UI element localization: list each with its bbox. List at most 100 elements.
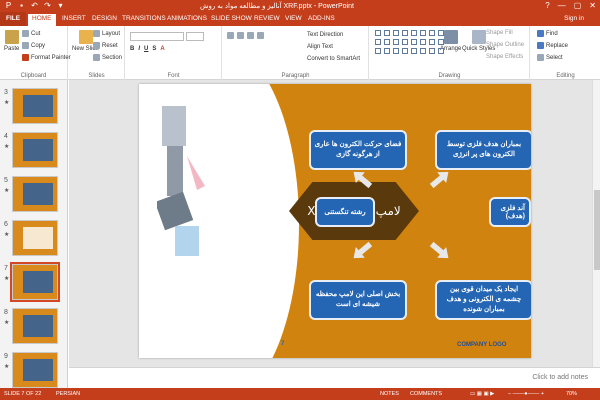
arrange-icon	[443, 30, 458, 44]
side-box-left[interactable]: رشته تنگستنی	[315, 197, 375, 227]
minimize-button[interactable]: —	[558, 1, 566, 10]
reset-button[interactable]: Reset	[93, 42, 118, 49]
paste-icon	[4, 30, 19, 44]
zoom-level[interactable]: 70%	[566, 391, 577, 397]
ribbon: Paste Cut Copy Format Painter Clipboard …	[0, 26, 600, 80]
find-button[interactable]: Find	[537, 30, 558, 37]
vertical-scrollbar[interactable]	[592, 80, 600, 388]
company-logo: COMPANY LOGO	[457, 342, 507, 348]
notes-placeholder: Click to add notes	[532, 374, 588, 381]
copy-button[interactable]: Copy	[22, 42, 45, 49]
close-button[interactable]: ✕	[589, 1, 596, 10]
slide-thumbnail[interactable]: 4 ★	[4, 132, 58, 168]
slide-thumbnail[interactable]: 5 ★	[4, 176, 58, 212]
zoom-slider[interactable]: – ───●─── +	[508, 391, 544, 397]
restore-button[interactable]: ▢	[574, 1, 582, 10]
font-name-box[interactable]	[130, 32, 184, 41]
animation-star-icon: ★	[4, 320, 10, 326]
convert-smartart-button[interactable]: Convert to SmartArt	[307, 56, 360, 62]
cut-button[interactable]: Cut	[22, 30, 40, 37]
help-button[interactable]: ?	[545, 1, 549, 10]
layout-button[interactable]: Layout	[93, 30, 120, 37]
box-top-right[interactable]: بمباران هدف فلزی توسط الکترون های پر انر…	[435, 130, 531, 170]
quick-styles-icon	[471, 30, 486, 44]
replace-icon	[537, 42, 544, 49]
slide-thumbnail[interactable]: 3 ★	[4, 88, 58, 124]
side-box-right[interactable]: آند فلزی (هدف)	[489, 197, 531, 227]
drawing-label: Drawing	[438, 73, 461, 79]
tab-add-ins[interactable]: ADD-INS	[304, 14, 339, 23]
tab-animations[interactable]: ANIMATIONS	[163, 14, 211, 23]
animation-star-icon: ★	[4, 364, 10, 370]
paragraph-label: Paragraph	[281, 73, 310, 79]
format-painter-button[interactable]: Format Painter	[22, 54, 71, 61]
editing-group: Find Replace Select Editing	[531, 26, 600, 80]
strikethrough-icon[interactable]: S	[152, 46, 156, 52]
list-buttons	[227, 32, 264, 39]
shape-outline-button[interactable]: Shape Outline	[486, 42, 524, 48]
undo-icon[interactable]: ↶	[30, 1, 39, 10]
align-text-button[interactable]: Align Text	[307, 44, 333, 50]
shapes-gallery[interactable]	[375, 30, 444, 64]
font-format-buttons: B I U S A	[130, 46, 165, 52]
app-icon[interactable]: P	[4, 1, 13, 10]
animation-star-icon: ★	[4, 232, 10, 238]
slide-thumbnail[interactable]: 9 ★	[4, 352, 58, 388]
animation-star-icon: ★	[4, 276, 10, 282]
box-bottom-right[interactable]: ایجاد یک میدان قوی بین چشمه ی الکترونی و…	[435, 280, 531, 320]
layout-icon	[93, 30, 100, 37]
font-label: Font	[167, 73, 180, 79]
slide-thumbnail-selected[interactable]: 7 ★	[4, 262, 60, 302]
paragraph-group: Text Direction Align Text Convert to Sma…	[223, 26, 369, 80]
notes-toggle[interactable]: NOTES	[380, 391, 399, 397]
customize-icon[interactable]: ▾	[56, 1, 65, 10]
increase-indent-icon[interactable]	[257, 32, 264, 39]
slide-editor[interactable]: فضای حرکت الکترون ها عاری از هرگونه گازی…	[69, 80, 592, 367]
slide-thumbnails-panel: 3 ★ 4 ★ 5 ★ 6 ★ 7 ★ 8 ★ 9 ★	[0, 80, 68, 388]
tab-insert[interactable]: INSERT	[58, 14, 90, 23]
text-direction-button[interactable]: Text Direction	[307, 32, 343, 38]
section-button[interactable]: Section	[93, 54, 122, 61]
bold-icon[interactable]: B	[130, 46, 134, 52]
scissors-icon	[22, 30, 29, 37]
paste-button[interactable]: Paste	[4, 30, 19, 52]
clipboard-group: Paste Cut Copy Format Painter Clipboard	[0, 26, 71, 80]
tab-view[interactable]: VIEW	[281, 14, 306, 23]
editing-label: Editing	[556, 73, 575, 79]
font-color-icon[interactable]: A	[160, 46, 164, 52]
notes-pane[interactable]: Click to add notes	[69, 367, 600, 388]
select-button[interactable]: Select	[537, 54, 563, 61]
language-indicator[interactable]: PERSIAN	[56, 391, 80, 397]
current-slide[interactable]: فضای حرکت الکترون ها عاری از هرگونه گازی…	[139, 84, 531, 358]
tab-home[interactable]: HOME	[28, 14, 56, 26]
bullets-icon[interactable]	[227, 32, 234, 39]
shape-fill-button[interactable]: Shape Fill	[486, 30, 513, 36]
view-buttons[interactable]: ▭ ▦ ▣ ▶	[470, 391, 494, 397]
scroll-thumb[interactable]	[594, 190, 600, 270]
save-icon[interactable]: ▪	[17, 1, 26, 10]
sign-in-link[interactable]: Sign in	[564, 15, 584, 22]
decrease-indent-icon[interactable]	[247, 32, 254, 39]
comments-toggle[interactable]: COMMENTS	[410, 391, 442, 397]
animation-star-icon: ★	[4, 100, 10, 106]
box-bottom-left[interactable]: بخش اصلی این لامپ محفظه شیشه ای است	[309, 280, 407, 320]
tab-design[interactable]: DESIGN	[88, 14, 121, 23]
replace-button[interactable]: Replace	[537, 42, 568, 49]
box-top-left[interactable]: فضای حرکت الکترون ها عاری از هرگونه گازی	[309, 130, 407, 170]
tab-file[interactable]: FILE	[0, 12, 27, 26]
tab-transitions[interactable]: TRANSITIONS	[118, 14, 170, 23]
ribbon-tabs: FILE HOME INSERT DESIGN TRANSITIONS ANIM…	[0, 12, 600, 26]
redo-icon[interactable]: ↷	[43, 1, 52, 10]
numbering-icon[interactable]	[237, 32, 244, 39]
slide-thumbnail[interactable]: 8 ★	[4, 308, 58, 344]
font-size-box[interactable]	[186, 32, 204, 41]
shape-effects-button[interactable]: Shape Effects	[486, 54, 523, 60]
tab-review[interactable]: REVIEW	[250, 14, 284, 23]
title-bar: P ▪ ↶ ↷ ▾ آنالیز و مطالعه مواد به روش XR…	[0, 0, 600, 12]
slide-thumbnail[interactable]: 6 ★	[4, 220, 58, 256]
italic-icon[interactable]: I	[138, 46, 140, 52]
slides-group: New Slide Layout Reset Section Slides	[69, 26, 125, 80]
tab-slide-show[interactable]: SLIDE SHOW	[207, 14, 256, 23]
slide-number: 7	[281, 341, 285, 347]
underline-icon[interactable]: U	[144, 46, 148, 52]
